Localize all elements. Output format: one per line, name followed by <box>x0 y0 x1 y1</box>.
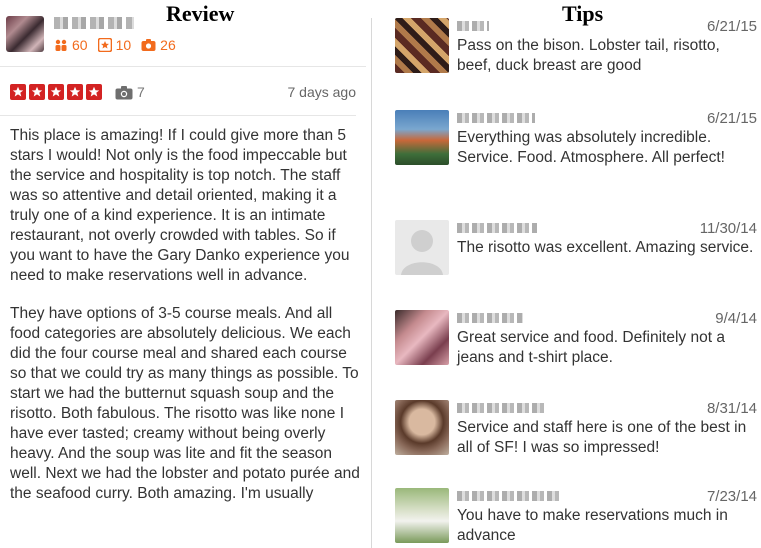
rating-row: 7 7 days ago <box>10 80 356 104</box>
review-paragraph: They have options of 3-5 course meals. A… <box>10 305 360 502</box>
tip-text: Everything was absolutely incredible. Se… <box>457 129 725 166</box>
tip-avatar[interactable] <box>395 400 449 455</box>
divider <box>0 115 356 116</box>
tip-date: 7/23/14 <box>706 488 757 505</box>
tip-avatar[interactable] <box>395 488 449 543</box>
star-icon <box>29 84 45 100</box>
tip-avatar[interactable] <box>395 310 449 365</box>
review-paragraph: This place is amazing! If I could give m… <box>10 127 350 284</box>
default-user-icon <box>401 230 443 275</box>
review-body: This place is amazing! If I could give m… <box>10 126 360 522</box>
star-icon <box>67 84 83 100</box>
tip-date: 11/30/14 <box>699 220 757 237</box>
tip-user-name-blurred[interactable] <box>457 491 561 501</box>
star-icon <box>48 84 64 100</box>
tip-user-name-blurred[interactable] <box>457 223 537 233</box>
tip-text: The risotto was excellent. Amazing servi… <box>457 239 754 256</box>
reviews-stat: 10 <box>97 37 132 53</box>
tip-user-name-blurred[interactable] <box>457 313 523 323</box>
panel-divider <box>371 18 372 548</box>
divider <box>0 66 366 67</box>
tip-date: 8/31/14 <box>706 400 757 417</box>
tip-avatar[interactable] <box>395 110 449 165</box>
camera-icon <box>115 85 133 99</box>
reviewer-avatar[interactable] <box>6 16 44 52</box>
tips-panel: 6/21/15 Pass on the bison. Lobster tail,… <box>395 0 761 548</box>
tip-date: 6/21/15 <box>706 18 757 35</box>
review-photo-number: 7 <box>137 84 145 100</box>
tip-avatar[interactable] <box>395 18 449 73</box>
tip-date: 9/4/14 <box>715 310 757 327</box>
tip-text: Service and staff here is one of the bes… <box>457 419 747 456</box>
tip-avatar[interactable] <box>395 220 449 275</box>
tip-text: Pass on the bison. Lobster tail, risotto… <box>457 37 720 74</box>
review-date: 7 days ago <box>287 84 357 100</box>
photos-count: 26 <box>160 37 176 53</box>
tip-user-name-blurred[interactable] <box>457 403 547 413</box>
reviewer-stats: 60 10 26 <box>54 37 186 53</box>
review-panel: 60 10 26 7 7 days ago This place is amaz… <box>0 0 366 548</box>
tip-text: Great service and food. Definitely not a… <box>457 329 725 366</box>
tip-text: You have to make reservations much in ad… <box>457 507 728 544</box>
reviewer-name-blurred[interactable] <box>54 17 134 29</box>
friends-stat: 60 <box>54 37 88 53</box>
photos-stat: 26 <box>141 37 176 53</box>
friends-icon <box>55 39 67 51</box>
review-star-icon <box>97 38 112 52</box>
tip-date: 6/21/15 <box>706 110 757 127</box>
friends-count: 60 <box>72 37 88 53</box>
star-rating <box>10 84 105 100</box>
star-icon <box>10 84 26 100</box>
tip-user-name-blurred[interactable] <box>457 21 489 31</box>
review-photo-count[interactable]: 7 <box>115 84 145 100</box>
camera-icon <box>141 39 156 51</box>
reviews-count: 10 <box>115 37 132 53</box>
star-icon <box>86 84 102 100</box>
tip-user-name-blurred[interactable] <box>457 113 535 123</box>
